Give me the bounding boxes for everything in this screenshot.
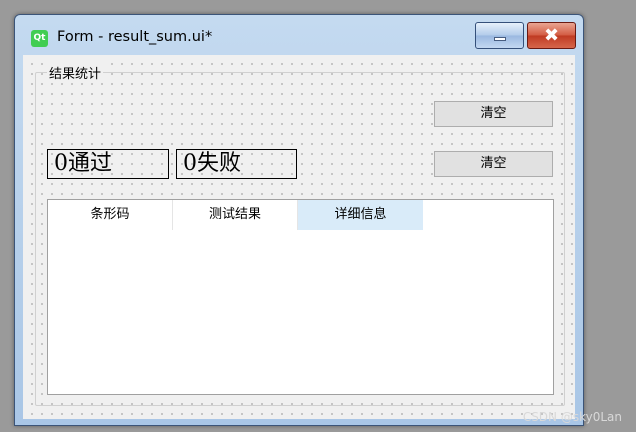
qt-logo-icon: Qt [31,30,48,47]
window-title: Form - result_sum.ui* [57,29,213,45]
clear-button-top[interactable]: 清空 [434,101,553,127]
column-header-barcode[interactable]: 条形码 [48,200,173,230]
fail-count-label: 0失败 [176,149,297,179]
close-button[interactable]: ✖ [527,22,576,49]
groupbox-title: 结果统计 [47,63,104,82]
watermark-text: CSDN @sky0Lan [522,410,622,424]
table-header: 条形码 测试结果 详细信息 [48,200,423,230]
results-table[interactable]: 条形码 测试结果 详细信息 [47,199,554,395]
close-icon: ✖ [543,25,560,46]
minimize-icon [494,37,506,41]
minimize-button[interactable] [475,22,524,49]
form-canvas[interactable]: 结果统计 清空 0通过 0失败 清空 条形码 测试结果 详细信息 [23,55,575,419]
column-header-result[interactable]: 测试结果 [173,200,298,230]
column-header-details[interactable]: 详细信息 [298,200,423,230]
title-bar[interactable]: Qt Form - result_sum.ui* ✖ [15,15,583,55]
clear-button-bottom[interactable]: 清空 [434,151,553,177]
designer-window: Qt Form - result_sum.ui* ✖ 结果统计 清空 0通过 0… [14,14,584,426]
pass-count-label: 0通过 [47,149,169,179]
